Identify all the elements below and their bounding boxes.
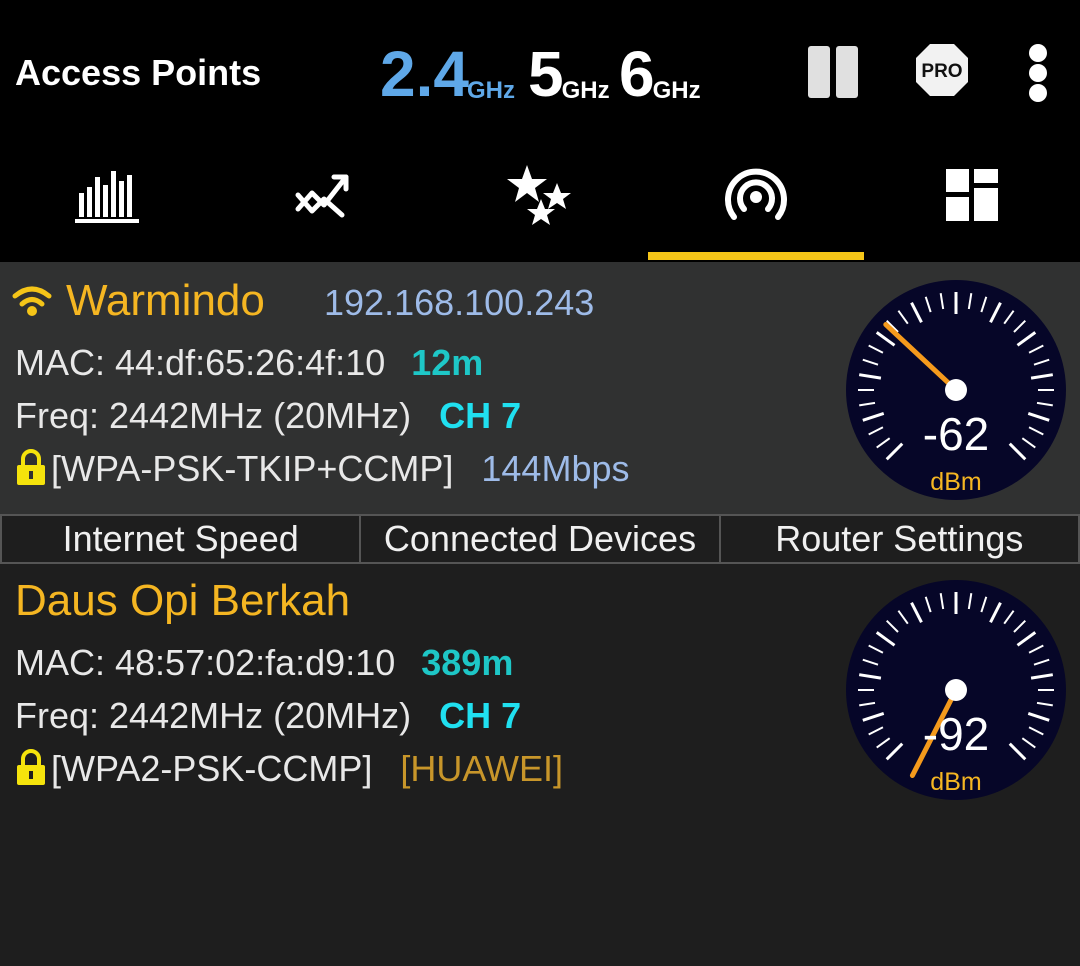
band-unit: GHz [466,77,515,104]
dot [1029,84,1047,102]
signal-value: -92 [923,708,989,760]
gauge-hub [945,379,967,401]
tab-time-graph[interactable] [216,160,432,230]
tab-dashboard[interactable] [864,160,1080,230]
lock-icon [17,449,45,485]
band-5ghz-toggle[interactable]: 5GHz [528,42,610,106]
wifi-connected-icon [12,286,52,316]
channel: CH 7 [439,695,522,736]
mac-line: MAC: 48:57:02:fa:d9:10 389m [15,642,513,684]
gauge-hub [945,679,967,701]
security: [WPA-PSK-TKIP+CCMP] [51,448,454,489]
internet-speed-button[interactable]: Internet Speed [0,514,360,564]
max-rate: 144Mbps [481,448,630,489]
connected-devices-button[interactable]: Connected Devices [359,514,719,564]
band-unit: GHz [561,77,610,104]
action-bar: Internet Speed Connected Devices Router … [0,514,1080,564]
dot [1029,64,1047,82]
pause-bar [836,46,858,98]
signal-value: -62 [923,408,989,460]
distance: 12m [411,342,484,383]
page-title: Access Points [15,52,262,93]
stars-icon [507,165,571,225]
tab-channel-graph[interactable] [0,160,216,230]
security: [WPA2-PSK-CCMP] [51,748,373,789]
signal-unit: dBm [930,768,981,796]
signal-gauge: -62 dBm [846,280,1066,500]
security-line: [WPA-PSK-TKIP+CCMP] 144Mbps [15,448,630,490]
pro-button[interactable]: PRO [914,42,970,103]
band-6ghz-toggle[interactable]: 6GHz [619,42,701,106]
access-point-item[interactable]: Warmindo 192.168.100.243 MAC: 44:df:65:2… [0,262,1080,516]
signal-gauge: -92 dBm [846,580,1066,800]
ssid: Daus Opi Berkah [15,576,351,625]
frequency: Freq: 2442MHz (20MHz) [15,395,412,436]
dot [1029,44,1047,62]
band-unit: GHz [652,77,701,104]
pause-bar [808,46,830,98]
band-value: 5 [528,38,564,110]
pro-label: PRO [921,61,962,82]
pause-button[interactable] [806,46,860,98]
vendor: [HUAWEI] [400,748,564,789]
pro-badge-icon: PRO [916,44,968,96]
band-2-4ghz-toggle[interactable]: 2.4GHz [380,42,515,106]
access-point-item[interactable]: Daus Opi Berkah MAC: 48:57:02:fa:d9:10 38… [0,564,1080,814]
freq-line: Freq: 2442MHz (20MHz) CH 7 [15,695,521,737]
trend-graph-icon [295,174,349,218]
ssid: Warmindo [66,276,265,325]
mac-line: MAC: 44:df:65:26:4f:10 12m [15,342,483,384]
dashboard-icon [946,169,998,221]
freq-line: Freq: 2442MHz (20MHz) CH 7 [15,395,521,437]
ip-address: 192.168.100.243 [324,282,595,323]
distance: 389m [421,642,514,683]
tab-access-points[interactable] [648,160,864,230]
mac-address: MAC: 48:57:02:fa:d9:10 [15,642,396,683]
overflow-menu-button[interactable] [1022,42,1054,102]
bar-chart-icon [75,171,139,223]
mac-address: MAC: 44:df:65:26:4f:10 [15,342,386,383]
signal-unit: dBm [930,468,981,496]
security-line: [WPA2-PSK-CCMP] [HUAWEI] [15,748,563,790]
lock-icon [17,749,45,785]
band-value: 2.4 [380,38,469,110]
active-tab-indicator [648,252,864,260]
channel: CH 7 [439,395,522,436]
frequency: Freq: 2442MHz (20MHz) [15,695,412,736]
router-settings-button[interactable]: Router Settings [718,514,1080,564]
app-bar: Access Points 2.4GHz 5GHz 6GHz PRO [0,0,1080,262]
access-point-icon [725,168,787,220]
band-value: 6 [619,38,655,110]
tab-channel-rating[interactable] [432,160,648,230]
